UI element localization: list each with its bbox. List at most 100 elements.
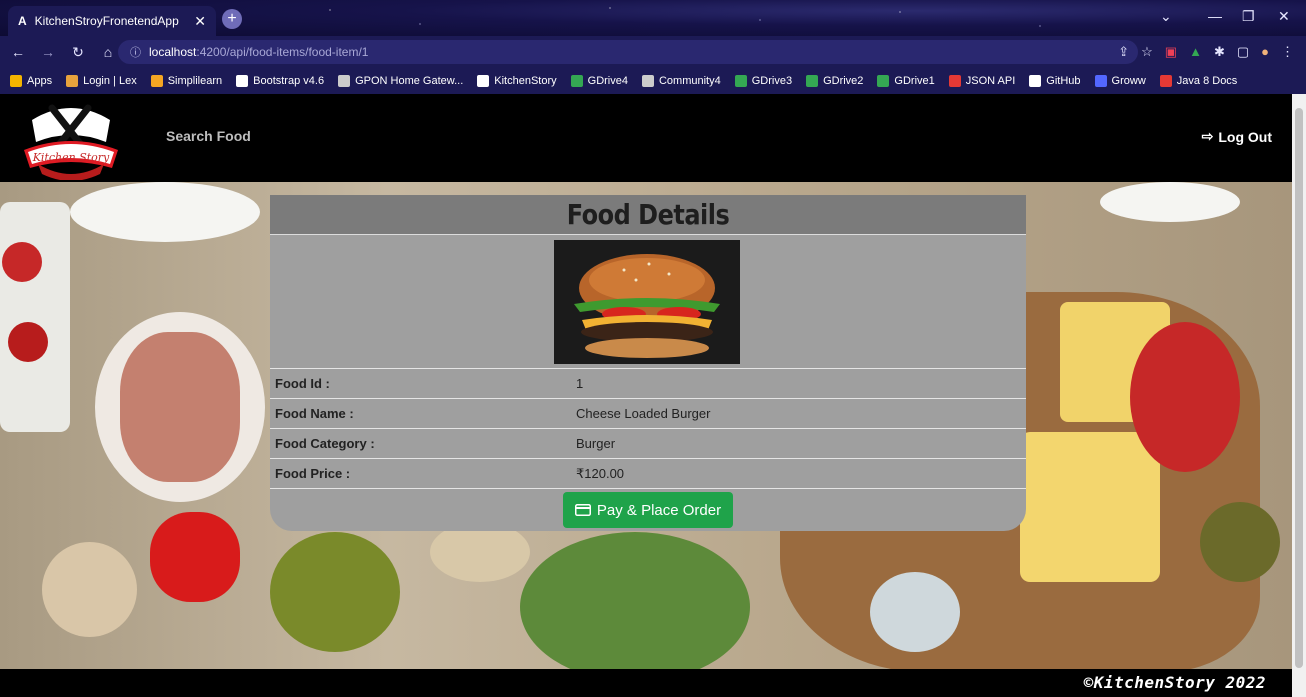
bookmark-item[interactable]: Java 8 Docs	[1159, 75, 1238, 87]
detail-row: Food Name : Cheese Loaded Burger	[270, 399, 1026, 429]
info-icon[interactable]: ⓘ	[130, 44, 141, 60]
bookmark-label: Community4	[658, 75, 721, 87]
bookmark-label: KitchenStory	[494, 75, 557, 87]
share-icon[interactable]: ⇪	[1118, 44, 1129, 60]
pocket-icon[interactable]: ▣	[1165, 44, 1177, 60]
browser-tab[interactable]: A KitchenStroyFronetendApp ✕	[8, 6, 216, 36]
minimize-icon[interactable]: —	[1208, 8, 1222, 24]
plate-decoration	[1100, 182, 1240, 222]
back-arrow-icon[interactable]: ←	[6, 44, 30, 60]
bookmark-item[interactable]: Login | Lex	[66, 75, 137, 87]
logout-button[interactable]: ⇨ Log Out	[1202, 128, 1272, 145]
profile-avatar-icon[interactable]: ●	[1261, 44, 1269, 60]
bookmark-item[interactable]: KitchenStory	[477, 75, 557, 87]
gdrive-icon	[806, 75, 819, 87]
bookmark-label: Java 8 Docs	[1176, 75, 1238, 87]
bookmark-label: GDrive1	[894, 75, 935, 87]
copyright-text: ©KitchenStory 2022	[1083, 673, 1266, 692]
bookmark-label: JSON API	[965, 75, 1016, 87]
url-host: localhost	[149, 45, 197, 59]
pesto-bowl-decoration	[1200, 502, 1280, 582]
restore-icon[interactable]: ❐	[1242, 8, 1255, 25]
scrollbar-thumb[interactable]	[1295, 108, 1303, 668]
logout-label: Log Out	[1218, 128, 1272, 145]
bookmark-label: GDrive2	[823, 75, 864, 87]
bookmark-item[interactable]: Bootstrap v4.6	[236, 75, 324, 87]
gdrive-extension-icon[interactable]: ▲	[1189, 44, 1202, 60]
detail-label: Food Id :	[275, 376, 330, 391]
close-window-icon[interactable]: ✕	[1278, 8, 1290, 25]
new-tab-button[interactable]: +	[222, 9, 242, 29]
bookmark-item[interactable]: Apps	[10, 75, 52, 87]
blue-cheese-decoration	[870, 572, 960, 652]
bookmark-label: Apps	[27, 75, 53, 87]
card-title: Food Details	[566, 198, 730, 232]
toolbar-actions: ⇪ ☆ ▣ ▲ ✱ ▢ ● ⋮	[1118, 44, 1294, 60]
tab-title: KitchenStroyFronetendApp	[34, 14, 179, 28]
dish-decoration	[0, 202, 70, 432]
bookmark-label: GPON Home Gatew...	[355, 75, 464, 87]
extensions-puzzle-icon[interactable]: ✱	[1214, 44, 1225, 60]
cherry-tomatoes-decoration	[1130, 322, 1240, 472]
search-food-link[interactable]: Search Food	[166, 128, 251, 144]
apps-grid-icon	[10, 75, 22, 87]
bookmark-item[interactable]: GDrive2	[806, 75, 863, 87]
sidepanel-icon[interactable]: ▢	[1237, 44, 1249, 60]
bookmark-item[interactable]: GDrive3	[734, 75, 793, 87]
app-viewport: Kitchen Story Search Food ⇨ Log Out Food…	[0, 94, 1292, 697]
ham-decoration	[120, 332, 240, 482]
pay-button-label: Pay & Place Order	[596, 501, 722, 519]
kitchen-story-logo[interactable]: Kitchen Story	[22, 102, 120, 180]
detail-label: Food Price :	[275, 466, 351, 481]
bookmark-item[interactable]: Groww	[1094, 75, 1146, 87]
gdrive-icon	[734, 75, 747, 87]
star-icon[interactable]: ☆	[1141, 44, 1153, 60]
bookmark-label: GDrive3	[751, 75, 793, 87]
bookmark-item[interactable]: JSON API	[948, 75, 1016, 87]
bookmark-label: GitHub	[1046, 75, 1081, 87]
bookmark-label: Bootstrap v4.6	[253, 75, 325, 87]
home-icon[interactable]: ⌂	[96, 44, 120, 60]
detail-label: Food Name :	[275, 406, 354, 421]
globe-icon	[641, 75, 654, 87]
tomato-decoration	[8, 322, 48, 362]
bookmark-item[interactable]: GPON Home Gatew...	[338, 75, 463, 87]
close-icon[interactable]: ✕	[194, 13, 206, 30]
bookmark-item[interactable]: Community4	[641, 75, 721, 87]
url-path: :4200/api/food-items/food-item/1	[196, 45, 369, 59]
detail-label: Food Category :	[275, 436, 375, 451]
address-bar[interactable]: ⓘ localhost:4200/api/food-items/food-ite…	[118, 40, 1138, 64]
bookmark-item[interactable]: GitHub	[1029, 75, 1081, 87]
bookmark-label: Groww	[1111, 75, 1146, 87]
pay-place-order-button[interactable]: Pay & Place Order	[562, 492, 734, 528]
burger-image	[554, 240, 740, 364]
angular-icon	[477, 75, 490, 87]
reload-icon[interactable]: ↻	[66, 44, 90, 61]
logout-icon: ⇨	[1201, 128, 1214, 144]
bookmark-item[interactable]: GDrive1	[877, 75, 935, 87]
oracle-icon	[1159, 75, 1172, 87]
detail-row: Food Id : 1	[270, 369, 1026, 399]
bowl-decoration	[42, 542, 137, 637]
angular-icon: A	[18, 14, 27, 28]
chevron-down-icon[interactable]: ⌄	[1160, 8, 1172, 25]
json-icon	[948, 75, 961, 87]
food-details-card: Food Details Food Id : 1 Food Name : Cheese…	[270, 195, 1026, 531]
page-scrollbar[interactable]	[1292, 94, 1306, 697]
food-fields: Food Id : 1 Food Name : Cheese Loaded Burge…	[270, 369, 1026, 489]
detail-row: Food Category : Burger	[270, 429, 1026, 459]
browser-tabstrip: A KitchenStroyFronetendApp ✕ + ⌄ — ❐ ✕	[0, 0, 1306, 36]
credit-card-icon	[574, 504, 591, 516]
cheese-slices-decoration	[1020, 432, 1160, 582]
gdrive-icon	[570, 75, 583, 87]
bookmark-item[interactable]: Simplilearn	[150, 75, 223, 87]
kebab-menu-icon[interactable]: ⋮	[1281, 44, 1294, 60]
forward-arrow-icon[interactable]: →	[36, 44, 60, 60]
detail-value: ₹120.00	[576, 465, 625, 481]
olives-decoration	[270, 532, 400, 652]
groww-icon	[1094, 75, 1107, 87]
bookmark-label: Simplilearn	[167, 75, 223, 87]
bookmark-item[interactable]: GDrive4	[570, 75, 628, 87]
detail-row: Food Price : ₹120.00	[270, 459, 1026, 489]
svg-text:Kitchen Story: Kitchen Story	[32, 151, 110, 164]
